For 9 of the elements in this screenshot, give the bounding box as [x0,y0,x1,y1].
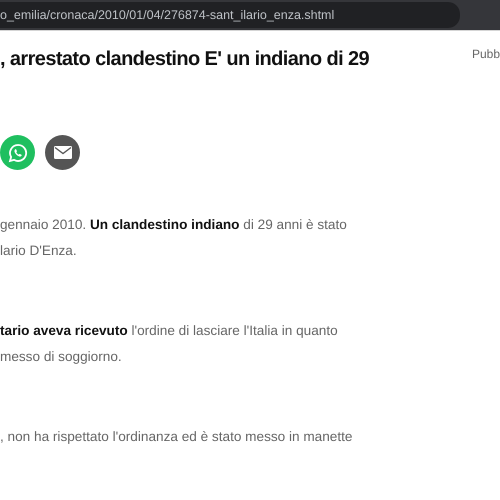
article-paragraph: tario aveva ricevuto l'ordine di lasciare l'Italia in quanto messo di soggiorno. [0,322,339,366]
article-paragraph: gennaio 2010. Un clandestino indiano di 29 anni è stato lario D'Enza. [0,216,348,260]
article-paragraph: , non ha rispettato l'ordinanza ed è stato messo in manette [0,428,354,446]
mail-icon [54,146,72,159]
whatsapp-icon [8,142,28,162]
address-bar[interactable]: o_emilia/cronaca/2010/01/04/276874-sant_ilario_enza.shtml [0,2,460,28]
email-button[interactable] [45,135,80,170]
article-title: , arrestato clandestino E' un indiano di 29 [0,47,370,72]
published-label: Pubb [472,47,500,61]
